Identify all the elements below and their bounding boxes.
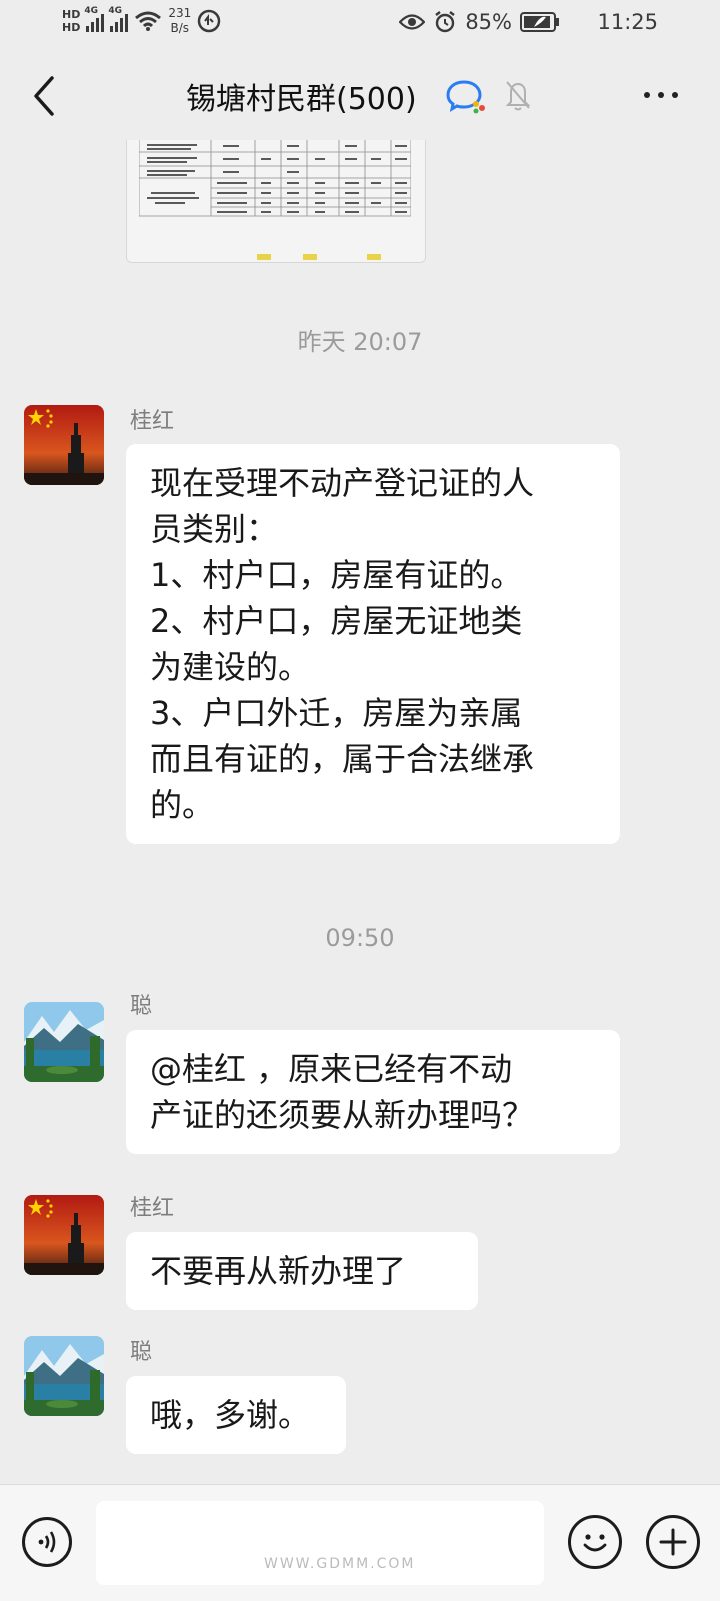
status-bar: HD HD 4G 4G 231 B/s 85% 11:25	[0, 0, 720, 48]
status-left: HD HD 4G 4G 231 B/s	[62, 6, 221, 36]
chat-header: 锡塘村民群(500)	[0, 48, 720, 144]
message-line: 哦，多谢。	[150, 1396, 311, 1434]
message-input[interactable]	[96, 1501, 544, 1585]
timestamp: 09:50	[325, 924, 395, 952]
avatar-image	[24, 1195, 104, 1275]
data-saver-icon	[198, 9, 221, 33]
emoji-icon	[583, 1534, 607, 1552]
message-line: 而且有证的，属于合法继承	[150, 740, 535, 778]
battery-icon	[520, 12, 559, 32]
wifi-icon	[135, 11, 162, 31]
message-line: 员类别：	[150, 510, 279, 548]
voice-input-button[interactable]	[22, 1517, 72, 1567]
sender-name: 桂红	[130, 1196, 175, 1221]
avatar-cong[interactable]	[24, 1002, 104, 1082]
timestamp: 昨天 20:07	[297, 328, 423, 356]
avatar-guihong[interactable]	[24, 1195, 104, 1275]
shared-image-message[interactable]	[126, 140, 426, 263]
avatar-image	[24, 405, 104, 485]
message-bubble[interactable]: 不要再从新办理了	[126, 1232, 478, 1310]
message-line: 产证的还须要从新办理吗？	[150, 1096, 535, 1134]
message-bubble[interactable]: 现在受理不动产登记证的人 员类别： 1、村户口，房屋有证的。 2、村户口，房屋无…	[126, 444, 620, 844]
sender-name: 桂红	[130, 409, 175, 434]
table-photo-image	[139, 140, 411, 226]
hd-icon: HD HD	[62, 8, 81, 34]
more-functions-button[interactable]	[646, 1515, 700, 1569]
avatar-guihong[interactable]	[24, 405, 104, 485]
input-bar	[0, 1484, 720, 1601]
site-watermark: WWW.GDMM.COM	[264, 1556, 416, 1572]
alarm-icon	[435, 11, 456, 33]
message-line: 2、村户口，房屋无证地类	[150, 602, 523, 640]
message-line: 1、村户口，房屋有证的。	[150, 556, 523, 594]
avatar-cong[interactable]	[24, 1336, 104, 1416]
signal-icon-1: 4G	[84, 6, 105, 32]
battery-percent: 85%	[465, 10, 512, 34]
message-line: 为建设的。	[150, 648, 311, 686]
plus-icon	[659, 1528, 687, 1556]
signal-icon-2: 4G	[108, 6, 129, 32]
voice-icon	[38, 1531, 56, 1553]
eye-icon	[399, 14, 426, 30]
more-options-icon[interactable]	[644, 92, 678, 98]
clock: 11:25	[597, 10, 658, 34]
avatar-image	[24, 1002, 104, 1082]
avatar-image	[24, 1336, 104, 1416]
message-bubble[interactable]: 哦，多谢。	[126, 1376, 346, 1454]
message-line: 的。	[150, 786, 215, 824]
message-bubble[interactable]: @桂红 ，原来已经有不动 产证的还须要从新办理吗？	[126, 1030, 620, 1154]
mute-bell-icon	[505, 81, 531, 111]
message-line: 现在受理不动产登记证的人	[150, 464, 535, 502]
chat-title: 锡塘村民群(500)	[186, 82, 417, 117]
network-speed: 231 B/s	[168, 6, 192, 35]
sender-name: 聪	[130, 994, 153, 1019]
sender-name: 聪	[130, 1340, 153, 1365]
message-line: 不要再从新办理了	[150, 1252, 407, 1290]
message-line: 3、户口外迁，房屋为亲属	[150, 694, 523, 732]
message-line: @桂红 ，原来已经有不动	[150, 1050, 513, 1088]
wechat-work-icon	[446, 80, 485, 114]
back-arrow-icon[interactable]	[28, 72, 68, 120]
emoji-button[interactable]	[568, 1515, 622, 1569]
